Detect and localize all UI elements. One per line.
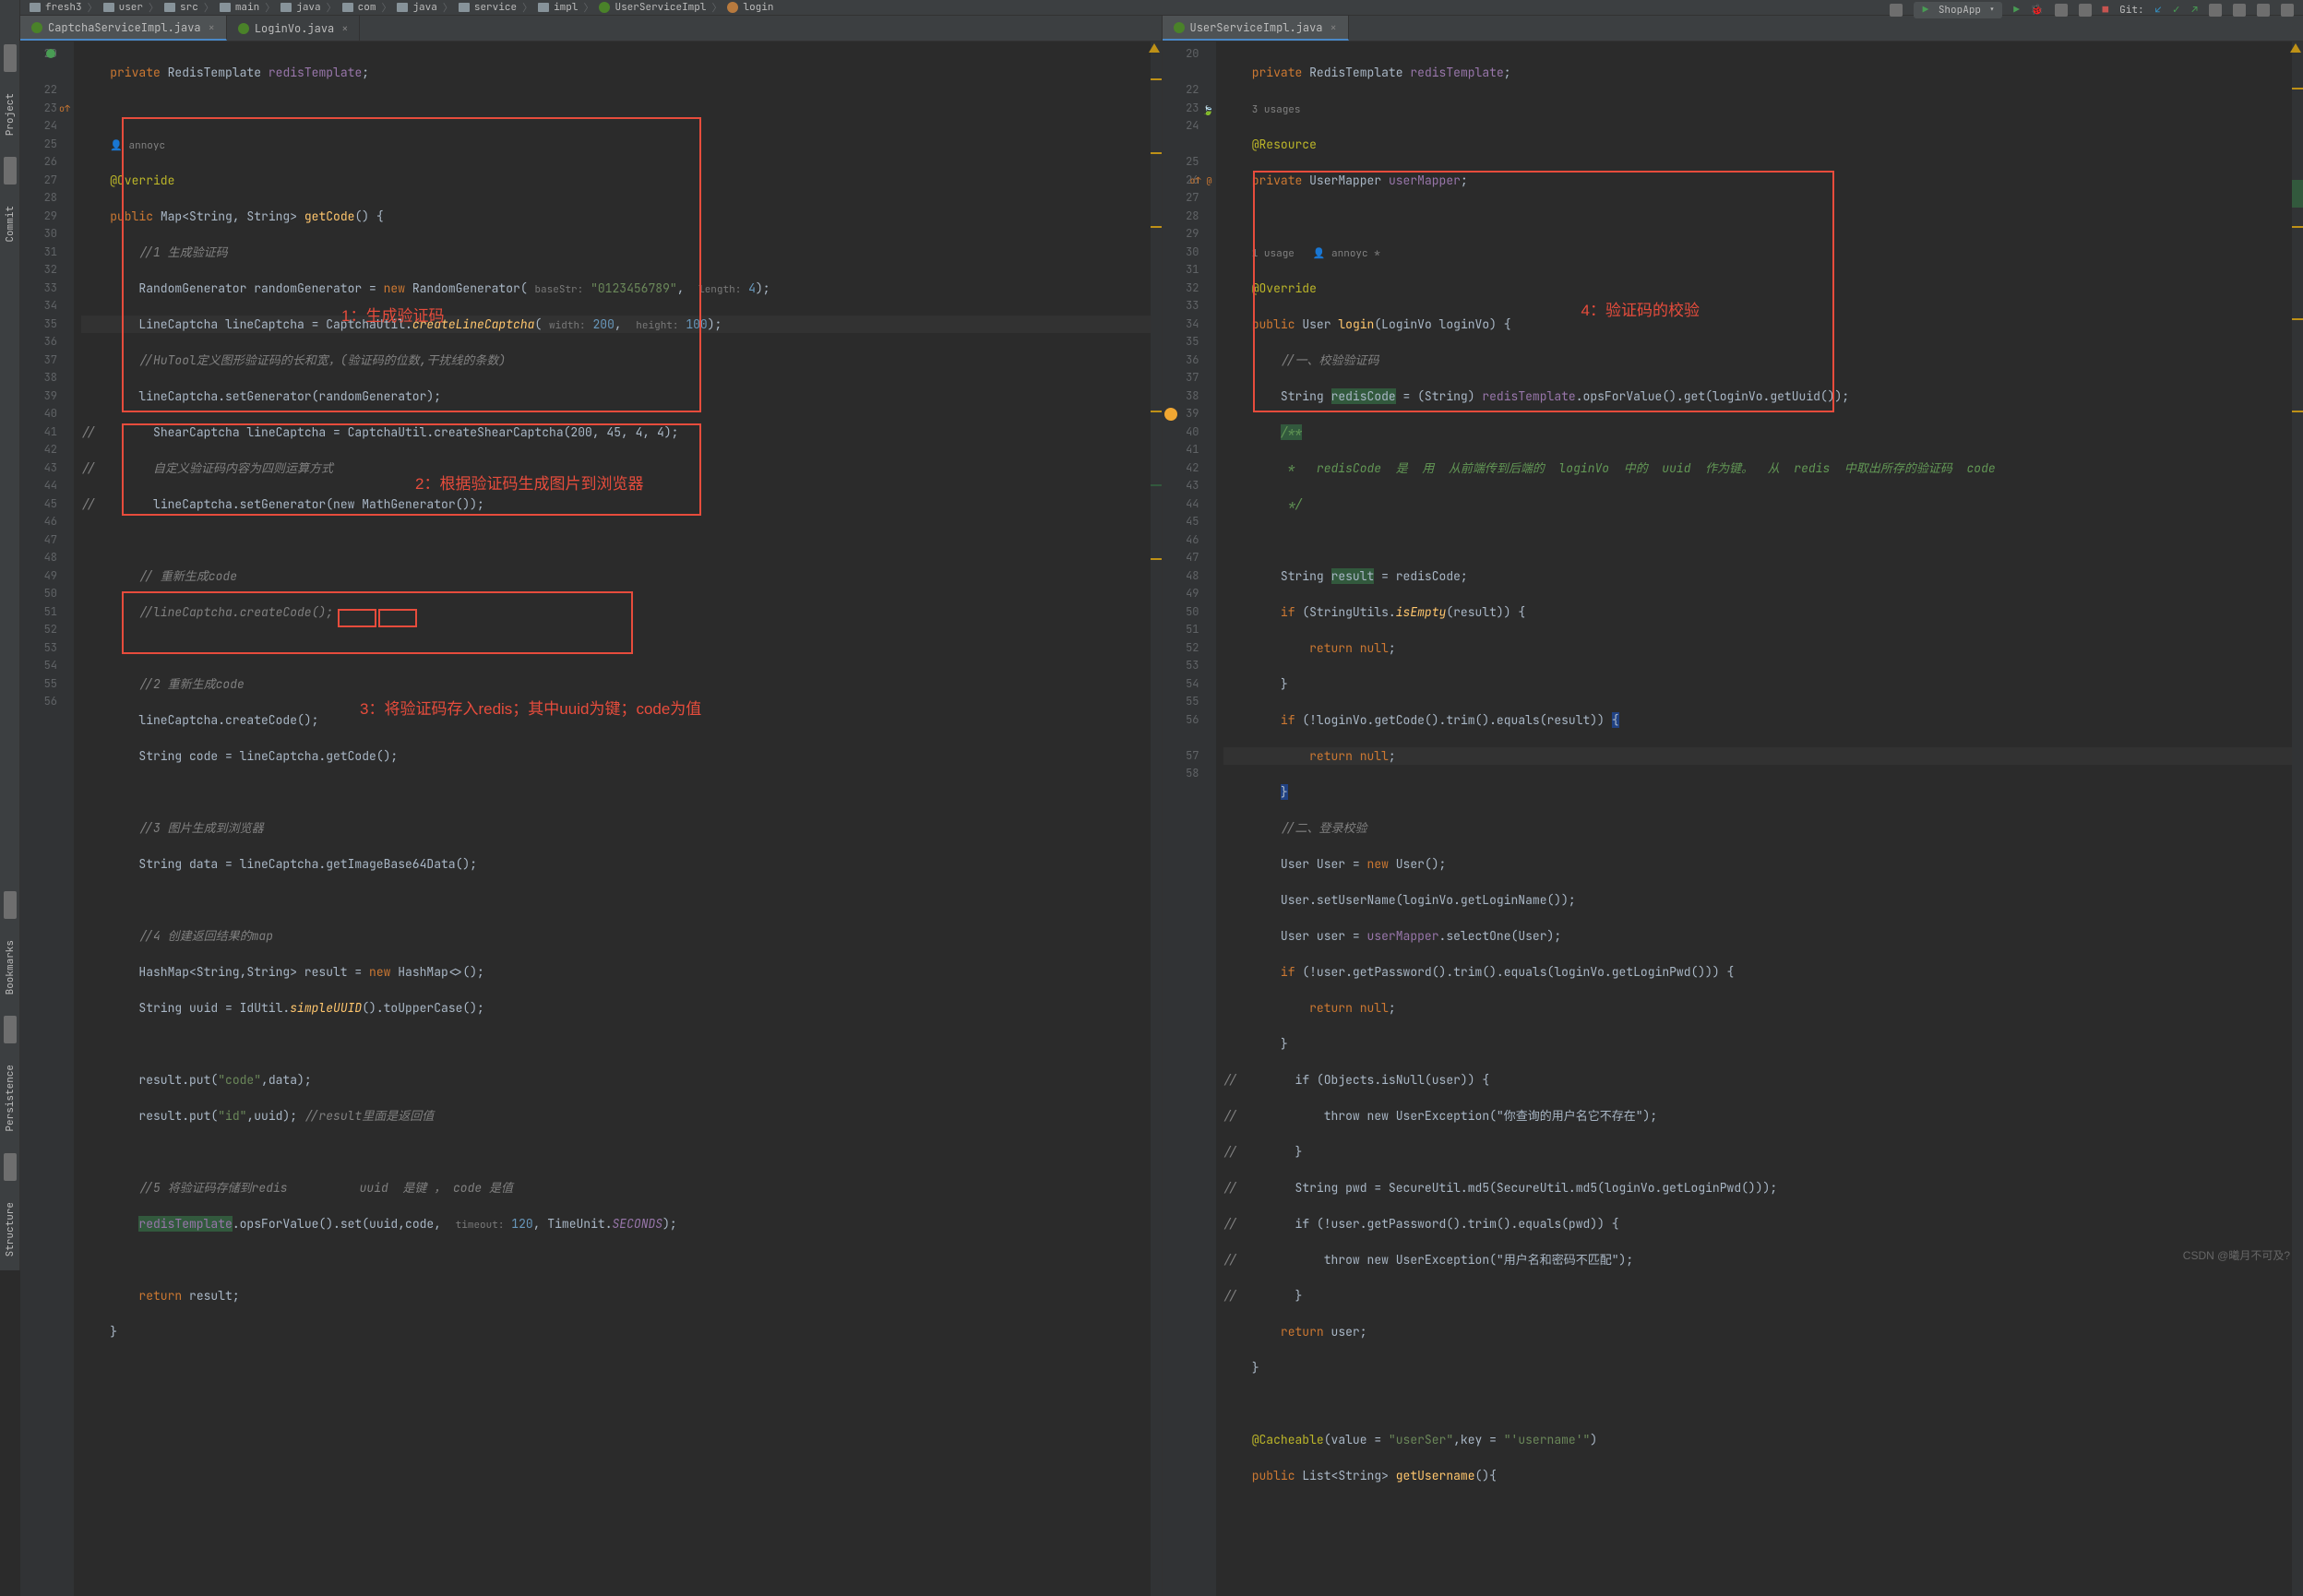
override-icon[interactable]: o↑ @ xyxy=(1190,172,1212,190)
crumb[interactable]: service xyxy=(474,1,517,14)
crumb[interactable]: src xyxy=(180,1,198,14)
close-icon[interactable]: × xyxy=(209,20,215,35)
folder-icon xyxy=(342,3,353,12)
annotation-label-2: 2：根据验证码生成图片到浏览器 xyxy=(415,475,643,494)
code-left[interactable]: private RedisTemplate redisTemplate; 👤 a… xyxy=(74,42,1151,1596)
watermark: CSDN @曦月不可及? xyxy=(2183,1247,2290,1263)
folder-icon xyxy=(103,3,114,12)
crumb[interactable]: main xyxy=(235,1,259,14)
git-label: Git: xyxy=(2119,4,2143,17)
hammer-icon[interactable] xyxy=(1890,4,1903,17)
commit-icon[interactable] xyxy=(4,157,17,185)
sidebar-project[interactable]: Project xyxy=(4,79,17,149)
folder-icon xyxy=(220,3,231,12)
tab-label: CaptchaServiceImpl.java xyxy=(48,20,201,35)
usages-inlay[interactable]: 1 usage 👤 annoyc * xyxy=(1252,247,1380,260)
run-icon[interactable]: ▶ xyxy=(2013,4,2020,17)
crumb[interactable]: user xyxy=(119,1,143,14)
bookmarks-icon[interactable] xyxy=(4,891,17,919)
tab-label: LoginVo.java xyxy=(255,21,334,36)
crumb-method[interactable]: login xyxy=(743,1,773,14)
intention-bulb-icon[interactable] xyxy=(1164,408,1177,421)
profile-icon[interactable] xyxy=(2079,4,2092,17)
java-class-icon xyxy=(31,22,42,33)
git-rollback-icon[interactable] xyxy=(2233,4,2246,17)
coverage-icon[interactable] xyxy=(2055,4,2068,17)
crumb[interactable]: java xyxy=(412,1,436,14)
method-icon xyxy=(727,2,738,13)
bean-icon[interactable]: 🍃 xyxy=(1202,101,1213,120)
structure-icon[interactable] xyxy=(4,1153,17,1181)
crumb[interactable]: impl xyxy=(554,1,578,14)
tabs-right: UserServiceImpl.java × xyxy=(1163,16,2303,42)
tab-captcha-service[interactable]: CaptchaServiceImpl.java × xyxy=(20,16,227,41)
usages-inlay[interactable]: 3 usages xyxy=(1252,103,1301,116)
close-icon[interactable]: × xyxy=(341,21,348,36)
inspection-indicator-icon[interactable] xyxy=(2290,43,2301,53)
scrollbar-left[interactable] xyxy=(1151,42,1162,1596)
settings-icon[interactable] xyxy=(2281,4,2294,17)
git-history-icon[interactable] xyxy=(2209,4,2222,17)
sidebar-persistence[interactable]: Persistence xyxy=(4,1051,17,1146)
code-area-right[interactable]: 20 22 23🍃 24 25 26 o↑ @ 27 28 29 30 31 3… xyxy=(1163,42,2303,1596)
code-right[interactable]: private RedisTemplate redisTemplate; 3 u… xyxy=(1216,42,2293,1596)
toolbar: ▶ ShopApp ▾ ▶ 🐞 ■ Git: ↙ ✓ ↗ xyxy=(1888,2,2296,18)
crumb[interactable]: fresh3 xyxy=(45,1,82,14)
run-config-dropdown[interactable]: ▶ ShopApp ▾ xyxy=(1914,2,2003,18)
folder-icon xyxy=(30,3,41,12)
inspection-indicator-icon[interactable] xyxy=(1149,43,1160,53)
editor-pane-left: CaptchaServiceImpl.java × LoginVo.java ×… xyxy=(20,16,1163,1596)
breadcrumb[interactable]: fresh3〉 user〉 src〉 main〉 java〉 com〉 java… xyxy=(20,0,2303,16)
gutter-right[interactable]: 20 22 23🍃 24 25 26 o↑ @ 27 28 29 30 31 3… xyxy=(1163,42,1216,1596)
vcs-marker-icon xyxy=(46,49,55,58)
crumb[interactable]: java xyxy=(296,1,320,14)
git-update-icon[interactable]: ↙ xyxy=(2155,4,2162,17)
folder-icon xyxy=(459,3,470,12)
git-push-icon[interactable]: ↗ xyxy=(2191,4,2198,17)
folder-icon xyxy=(538,3,549,12)
folder-icon xyxy=(280,3,292,12)
folder-icon xyxy=(164,3,175,12)
tab-login-vo[interactable]: LoginVo.java × xyxy=(227,16,361,41)
folder-icon xyxy=(397,3,408,12)
project-icon[interactable] xyxy=(4,44,17,72)
close-icon[interactable]: × xyxy=(1330,20,1337,35)
java-class-icon xyxy=(238,23,249,34)
code-area-left[interactable]: 20 22 23 o↑ 24 25 26 27 28 29 30 31 32 3… xyxy=(20,42,1162,1596)
crumb-class[interactable]: UserServiceImpl xyxy=(615,1,706,14)
debug-icon[interactable]: 🐞 xyxy=(2031,4,2044,17)
scrollbar-right[interactable] xyxy=(2292,42,2303,1596)
class-icon xyxy=(599,2,610,13)
left-tool-sidebar[interactable]: Project Commit Bookmarks Persistence Str… xyxy=(0,0,20,1270)
sidebar-commit[interactable]: Commit xyxy=(4,192,17,256)
sidebar-bookmarks[interactable]: Bookmarks xyxy=(4,926,17,1008)
git-commit-icon[interactable]: ✓ xyxy=(2172,4,2180,17)
tab-user-service[interactable]: UserServiceImpl.java × xyxy=(1163,16,1349,41)
override-icon[interactable]: o↑ xyxy=(59,100,70,118)
search-icon[interactable] xyxy=(2257,4,2270,17)
java-class-icon xyxy=(1174,22,1185,33)
stop-icon[interactable]: ■ xyxy=(2103,4,2109,17)
sidebar-structure[interactable]: Structure xyxy=(4,1188,17,1270)
crumb[interactable]: com xyxy=(358,1,376,14)
editor-pane-right: UserServiceImpl.java × 20 22 23🍃 24 25 2… xyxy=(1163,16,2303,1596)
tabs-left: CaptchaServiceImpl.java × LoginVo.java × xyxy=(20,16,1162,42)
gutter-left[interactable]: 20 22 23 o↑ 24 25 26 27 28 29 30 31 32 3… xyxy=(20,42,74,1596)
tab-label: UserServiceImpl.java xyxy=(1190,20,1323,35)
persistence-icon[interactable] xyxy=(4,1016,17,1043)
author-inlay: 👤 annoyc xyxy=(110,139,165,152)
